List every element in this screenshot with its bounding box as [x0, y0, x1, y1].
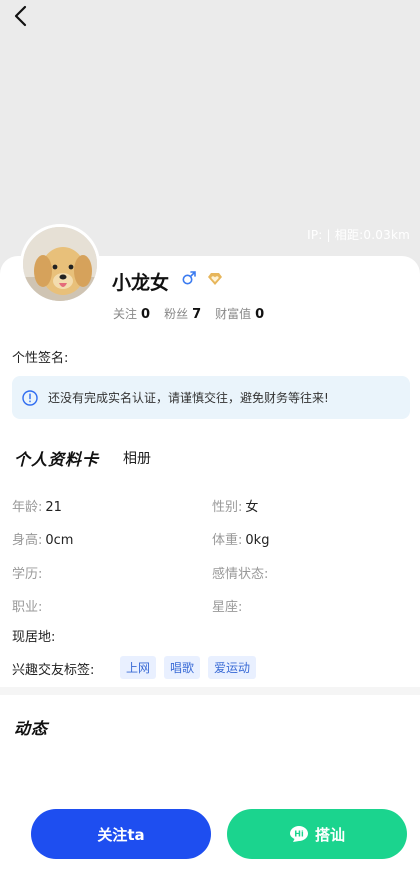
gender-field: 性别: 女 — [212, 500, 259, 515]
relationship-field: 感情状态: — [212, 567, 269, 582]
notice-text: 还没有完成实名认证，请谨慎交往，避免财务等往来! — [48, 391, 329, 405]
profile-stats: 关注 0 粉丝 7 财富值 0 — [113, 305, 264, 322]
tag-item: 上网 — [120, 656, 157, 679]
dynamic-section-title: 动态 — [14, 719, 49, 738]
age-field: 年龄: 21 — [12, 500, 62, 515]
ip-distance-text: IP: | 相距:0.03km — [307, 228, 410, 242]
tag-item: 爱运动 — [208, 656, 257, 679]
interest-tags-label: 兴趣交友标签: — [12, 663, 95, 678]
info-icon — [22, 389, 38, 406]
stat-fans[interactable]: 粉丝 7 — [164, 305, 201, 322]
interest-tags: 上网 唱歌 爱运动 — [120, 656, 257, 679]
avatar[interactable] — [20, 224, 100, 304]
stat-wealth: 财富值 0 — [215, 307, 265, 322]
profile-tabs: 个人资料卡 相册 — [14, 446, 151, 470]
chat-button[interactable]: Hi 搭讪 — [227, 809, 407, 859]
section-divider — [0, 687, 420, 695]
follow-button[interactable]: 关注ta — [31, 809, 211, 859]
tab-album[interactable]: 相册 — [123, 448, 151, 468]
tab-profile-card[interactable]: 个人资料卡 — [14, 446, 100, 470]
height-field: 身高: 0cm — [12, 533, 74, 548]
svg-text:Hi: Hi — [294, 830, 304, 839]
tag-item: 唱歌 — [164, 656, 201, 679]
job-field: 职业: — [12, 600, 43, 615]
education-field: 学历: — [12, 567, 43, 582]
hi-chat-icon: Hi — [289, 826, 308, 842]
signature-label: 个性签名: — [12, 351, 69, 366]
male-icon — [182, 271, 196, 285]
verification-notice: 还没有完成实名认证，请谨慎交往，避免财务等往来! — [12, 376, 410, 419]
residence-label: 现居地: — [12, 630, 56, 645]
zodiac-field: 星座: — [212, 600, 243, 615]
stat-following[interactable]: 关注 0 — [113, 305, 150, 322]
vip-heart-icon — [208, 273, 222, 285]
profile-name: 小龙女 — [112, 272, 170, 294]
weight-field: 体重: 0kg — [212, 533, 270, 548]
chevron-left-icon — [14, 5, 27, 27]
back-button[interactable] — [10, 4, 34, 28]
